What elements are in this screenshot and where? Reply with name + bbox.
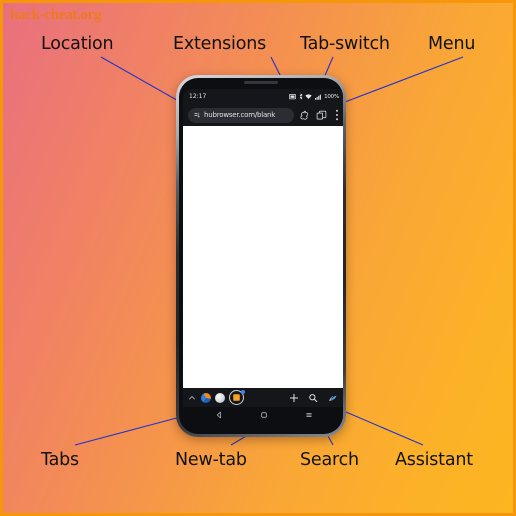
callout-label-search: Search — [300, 450, 359, 470]
status-bar-icons: 100% — [289, 93, 339, 100]
callout-label-extensions: Extensions — [173, 34, 267, 54]
phone-screen: 12:17 100% hubrowser.com/blank — [183, 89, 343, 423]
screencast-icon — [289, 93, 297, 99]
callout-label-location: Location — [41, 34, 114, 54]
callout-label-tab-switch: Tab-switch — [300, 34, 390, 54]
watermark: hack-cheat.org — [10, 7, 102, 23]
url-bar[interactable]: hubrowser.com/blank — [188, 107, 294, 123]
callout-label-new-tab: New-tab — [175, 450, 247, 470]
bluetooth-icon — [299, 93, 302, 100]
earpiece-speaker — [244, 81, 278, 84]
back-button[interactable] — [213, 409, 225, 421]
url-text[interactable]: hubrowser.com/blank — [204, 111, 275, 119]
callout-label-menu: Menu — [428, 34, 476, 54]
tab-item-3-active[interactable] — [229, 390, 245, 405]
wifi-icon — [305, 93, 312, 99]
leader-assistant — [338, 408, 424, 446]
recents-button[interactable] — [303, 409, 315, 421]
home-button[interactable] — [258, 409, 270, 421]
search-button[interactable] — [308, 393, 318, 403]
chevron-up-icon[interactable] — [188, 394, 196, 402]
assistant-button[interactable] — [327, 392, 338, 403]
callout-label-tabs: Tabs — [41, 450, 79, 470]
signal-icon — [314, 94, 321, 100]
tab-item-2[interactable] — [215, 392, 225, 403]
overflow-menu-icon[interactable] — [332, 109, 341, 122]
phone-body: 12:17 100% hubrowser.com/blank — [179, 78, 343, 434]
tab-switch-icon[interactable] — [315, 109, 328, 122]
annotated-screenshot: hack-cheat.org Location Extensions Tab-s… — [0, 0, 516, 516]
battery-percent-label: 100% — [324, 93, 339, 100]
web-page-content[interactable] — [183, 126, 343, 388]
phone-device: 12:17 100% hubrowser.com/blank — [176, 75, 346, 437]
status-bar: 12:17 100% — [183, 89, 343, 104]
browser-toolbar: hubrowser.com/blank — [183, 104, 343, 126]
callout-label-assistant: Assistant — [395, 450, 473, 470]
status-bar-clock: 12:17 — [189, 93, 207, 100]
new-tab-button[interactable] — [289, 393, 299, 403]
browser-bottom-toolbar — [183, 388, 343, 407]
extensions-icon[interactable] — [298, 109, 311, 122]
toolbar-actions — [289, 392, 340, 403]
android-nav-bar — [183, 407, 343, 423]
leader-menu — [336, 56, 464, 106]
active-tab-badge — [240, 390, 245, 394]
page-info-icon[interactable] — [193, 111, 201, 119]
tab-strip[interactable] — [188, 390, 245, 405]
tab-item-1[interactable] — [201, 392, 211, 403]
